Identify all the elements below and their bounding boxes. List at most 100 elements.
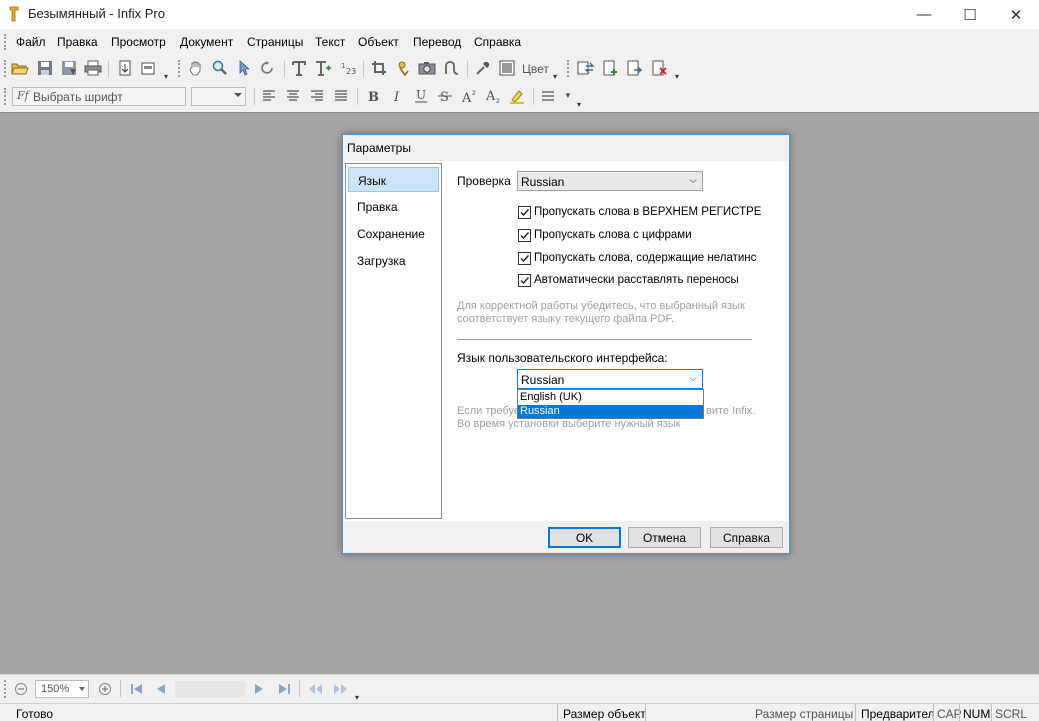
toolbar-grip[interactable]	[4, 88, 7, 105]
zoom-out-icon[interactable]	[11, 680, 31, 698]
help-button[interactable]: Справка	[710, 527, 783, 548]
extract-page-icon[interactable]	[624, 59, 644, 77]
toolbar-overflow-icon[interactable]: ▾	[675, 72, 684, 81]
status-ready: Готово	[16, 707, 54, 721]
last-page-icon[interactable]	[274, 680, 294, 698]
cancel-button[interactable]: Отмена	[628, 527, 701, 548]
font-icon: Ff	[17, 89, 29, 102]
option-english-uk[interactable]: English (UK)	[518, 391, 703, 404]
maximize-button[interactable]: ☐	[947, 0, 993, 29]
menu-help[interactable]: Справка	[474, 35, 521, 49]
save-as-icon[interactable]	[59, 59, 79, 77]
underline-icon[interactable]: U	[411, 87, 431, 105]
auto-hyphenate-label[interactable]: Автоматически расставлять переносы	[534, 274, 739, 286]
shape-tool-icon[interactable]	[442, 59, 462, 77]
menu-bar: Файл Правка Просмотр Документ Страницы Т…	[0, 29, 1039, 55]
language-hint-line2: соответствует языку текущего файла PDF.	[457, 313, 675, 325]
forward-view-icon[interactable]	[330, 680, 350, 698]
toolbar-overflow-icon[interactable]: ▾	[577, 100, 586, 109]
title-bar: Безымянный - Infix Pro — ☐ ✕	[0, 0, 1039, 29]
crop-icon[interactable]	[369, 59, 389, 77]
font-size-select[interactable]	[191, 87, 246, 106]
menu-object[interactable]: Объект	[358, 35, 399, 49]
back-view-icon[interactable]	[306, 680, 326, 698]
toolbar-grip[interactable]	[4, 680, 7, 698]
page-number-input[interactable]	[175, 681, 245, 697]
minimize-button[interactable]: —	[901, 0, 947, 29]
line-spacing-dropdown-icon[interactable]: ▼	[564, 91, 572, 100]
color-label[interactable]: Цвет	[522, 62, 549, 76]
skip-nonlatin-label[interactable]: Пропускать слова, содержащие нелатинс	[534, 252, 756, 264]
image-tool-icon[interactable]	[393, 59, 413, 77]
nav-item-saving[interactable]: Сохранение	[348, 221, 439, 246]
skip-uppercase-label[interactable]: Пропускать слова в ВЕРХНЕМ РЕГИСТРЕ	[534, 206, 761, 218]
save-icon[interactable]	[35, 59, 55, 77]
zoom-value: 150%	[41, 683, 70, 695]
bold-icon[interactable]: B	[363, 87, 383, 105]
menu-view[interactable]: Просмотр	[111, 35, 166, 49]
snapshot-icon[interactable]	[417, 59, 437, 77]
zoom-in-icon[interactable]	[95, 680, 115, 698]
align-justify-icon[interactable]	[331, 87, 351, 105]
align-left-icon[interactable]	[259, 87, 279, 105]
menu-translate[interactable]: Перевод	[413, 35, 461, 49]
skip-digits-checkbox[interactable]	[518, 229, 531, 242]
skip-uppercase-checkbox[interactable]	[518, 206, 531, 219]
chevron-down-icon: ⌵	[689, 373, 697, 384]
spellcheck-language-select[interactable]: Russian ⌵	[517, 171, 703, 191]
menu-file[interactable]: Файл	[16, 35, 46, 49]
nav-item-edit[interactable]: Правка	[348, 194, 439, 219]
hand-tool-icon[interactable]	[186, 59, 206, 77]
select-tool-icon[interactable]	[234, 59, 254, 77]
ok-button[interactable]: OK	[548, 527, 621, 548]
toolbar-overflow-icon[interactable]: ▾	[553, 72, 562, 81]
first-page-icon[interactable]	[127, 680, 147, 698]
italic-icon[interactable]: I	[387, 87, 407, 105]
export-icon[interactable]	[139, 59, 159, 77]
highlight-icon[interactable]	[507, 87, 527, 105]
previous-page-icon[interactable]	[151, 680, 171, 698]
font-select[interactable]: Ff Выбрать шрифт	[12, 87, 186, 106]
subscript-icon[interactable]: A2	[483, 87, 503, 105]
toolbar-grip[interactable]	[4, 60, 7, 77]
line-spacing-icon[interactable]	[540, 87, 560, 105]
menu-pages[interactable]: Страницы	[247, 35, 303, 49]
close-button[interactable]: ✕	[993, 0, 1039, 29]
text-flow-icon[interactable]: 1 23	[338, 59, 358, 77]
zoom-select[interactable]: 150%	[35, 680, 89, 698]
ui-language-select[interactable]: Russian ⌵	[517, 369, 703, 389]
toolbar-grip[interactable]	[567, 60, 570, 77]
insert-page-icon[interactable]	[600, 59, 620, 77]
rotate-icon[interactable]	[258, 59, 278, 77]
print-icon[interactable]	[83, 59, 103, 77]
skip-digits-label[interactable]: Пропускать слова с цифрами	[534, 229, 692, 241]
page-setup-icon[interactable]	[115, 59, 135, 77]
nav-item-loading[interactable]: Загрузка	[348, 248, 439, 273]
svg-text:A: A	[485, 89, 496, 104]
align-right-icon[interactable]	[307, 87, 327, 105]
toolbar-grip[interactable]	[178, 60, 181, 77]
svg-text:2: 2	[496, 98, 500, 104]
menubar-grip[interactable]	[4, 34, 7, 50]
menu-edit[interactable]: Правка	[57, 35, 98, 49]
next-page-icon[interactable]	[249, 680, 269, 698]
nav-item-language[interactable]: Язык	[348, 167, 439, 192]
align-center-icon[interactable]	[283, 87, 303, 105]
toolbar-overflow-icon[interactable]: ▾	[355, 693, 364, 702]
text-edit-icon[interactable]	[313, 59, 333, 77]
eyedropper-icon[interactable]	[473, 59, 493, 77]
menu-document[interactable]: Документ	[180, 35, 233, 49]
superscript-icon[interactable]: A2	[459, 87, 479, 105]
menu-text[interactable]: Текст	[315, 35, 345, 49]
zoom-tool-icon[interactable]	[210, 59, 230, 77]
replace-page-icon[interactable]	[576, 59, 596, 77]
toolbar-overflow-icon[interactable]: ▾	[164, 72, 173, 81]
color-swatch-icon[interactable]	[497, 59, 517, 77]
strikethrough-icon[interactable]: S	[435, 87, 455, 105]
text-tool-icon[interactable]	[289, 59, 309, 77]
option-russian[interactable]: Russian	[518, 405, 703, 418]
open-icon[interactable]	[10, 59, 30, 77]
delete-page-icon[interactable]	[649, 59, 669, 77]
skip-nonlatin-checkbox[interactable]	[518, 252, 531, 265]
auto-hyphenate-checkbox[interactable]	[518, 274, 531, 287]
